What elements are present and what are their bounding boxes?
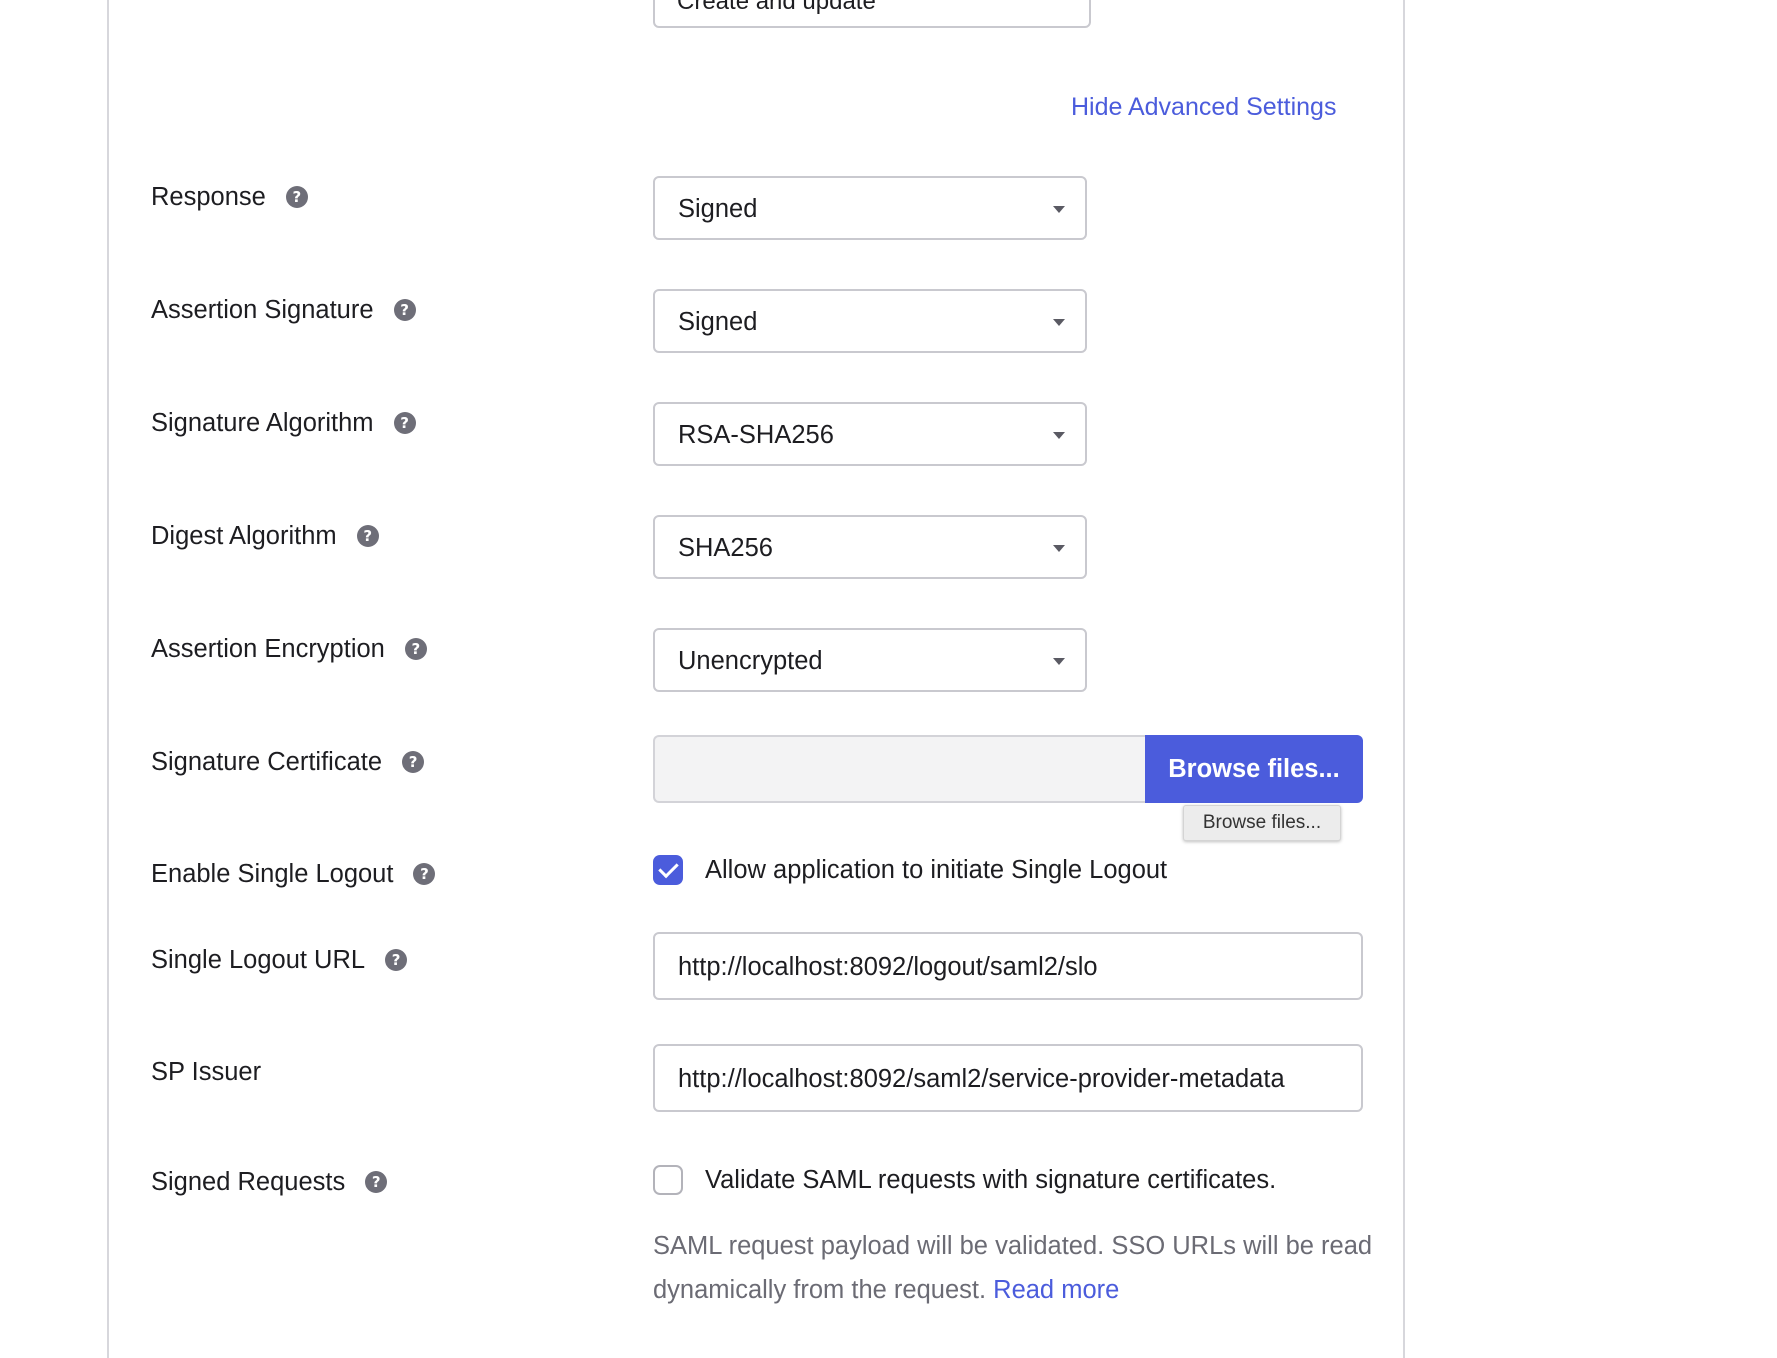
chevron-down-icon xyxy=(1053,206,1065,213)
read-more-link[interactable]: Read more xyxy=(993,1276,1119,1304)
single-logout-url-input[interactable]: http://localhost:8092/logout/saml2/slo xyxy=(653,932,1363,1000)
enable-single-logout-label-text: Enable Single Logout xyxy=(151,859,394,888)
signed-requests-hint: SAML request payload will be validated. … xyxy=(653,1224,1373,1312)
help-icon[interactable]: ? xyxy=(404,638,427,660)
signed-requests-checkbox-label: Validate SAML requests with signature ce… xyxy=(705,1165,1277,1194)
signature-certificate-label-text: Signature Certificate xyxy=(151,747,383,776)
signed-requests-checkbox-row[interactable]: Validate SAML requests with signature ce… xyxy=(653,1165,1276,1195)
sp-issuer-label-text: SP Issuer xyxy=(151,1057,262,1086)
certificate-file-field[interactable] xyxy=(653,735,1145,803)
assertion-signature-select[interactable]: Signed xyxy=(653,289,1087,353)
chevron-down-icon xyxy=(1053,432,1065,439)
chevron-down-icon xyxy=(1053,319,1065,326)
assertion-encryption-select-value: Unencrypted xyxy=(678,647,823,675)
assertion-encryption-label: Assertion Encryption ? xyxy=(151,632,427,666)
assertion-signature-select-value: Signed xyxy=(678,308,758,336)
help-icon[interactable]: ? xyxy=(385,949,408,971)
single-logout-checkbox-label: Allow application to initiate Single Log… xyxy=(705,855,1168,884)
help-icon[interactable]: ? xyxy=(365,1171,388,1193)
signature-algorithm-label-text: Signature Algorithm xyxy=(151,408,374,437)
digest-algorithm-select[interactable]: SHA256 xyxy=(653,515,1087,579)
signature-algorithm-select-value: RSA-SHA256 xyxy=(678,421,834,449)
help-icon[interactable]: ? xyxy=(402,751,425,773)
help-icon[interactable]: ? xyxy=(393,412,416,434)
enable-single-logout-label: Enable Single Logout ? xyxy=(151,857,436,891)
digest-algorithm-label-text: Digest Algorithm xyxy=(151,521,337,550)
assertion-encryption-select[interactable]: Unencrypted xyxy=(653,628,1087,692)
single-logout-url-label: Single Logout URL ? xyxy=(151,943,408,977)
chevron-down-icon xyxy=(1053,658,1065,665)
response-select[interactable]: Signed xyxy=(653,176,1087,240)
signature-algorithm-select[interactable]: RSA-SHA256 xyxy=(653,402,1087,466)
assertion-signature-label: Assertion Signature ? xyxy=(151,293,416,327)
chevron-down-icon xyxy=(1053,545,1065,552)
assertion-signature-label-text: Assertion Signature xyxy=(151,295,374,324)
sp-issuer-input[interactable]: http://localhost:8092/saml2/service-prov… xyxy=(653,1044,1363,1112)
signed-requests-label-text: Signed Requests xyxy=(151,1167,346,1196)
response-label-text: Response xyxy=(151,182,266,211)
sp-issuer-label: SP Issuer xyxy=(151,1055,261,1089)
help-icon[interactable]: ? xyxy=(356,525,379,547)
signed-requests-checkbox[interactable] xyxy=(653,1165,683,1195)
digest-algorithm-label: Digest Algorithm ? xyxy=(151,519,379,553)
single-logout-checkbox-row[interactable]: Allow application to initiate Single Log… xyxy=(653,855,1167,885)
response-label: Response ? xyxy=(151,180,308,214)
help-icon[interactable]: ? xyxy=(393,299,416,321)
digest-algorithm-select-value: SHA256 xyxy=(678,534,773,562)
hide-advanced-settings-link[interactable]: Hide Advanced Settings xyxy=(1071,93,1336,122)
signed-requests-label: Signed Requests ? xyxy=(151,1165,388,1199)
browse-files-tooltip: Browse files... xyxy=(1183,805,1341,841)
single-logout-url-label-text: Single Logout URL xyxy=(151,945,366,974)
signature-certificate-label: Signature Certificate ? xyxy=(151,745,425,779)
signature-algorithm-label: Signature Algorithm ? xyxy=(151,406,416,440)
previous-select-value: Create and update xyxy=(677,0,876,15)
browse-files-button[interactable]: Browse files... xyxy=(1145,735,1363,803)
sp-issuer-value: http://localhost:8092/saml2/service-prov… xyxy=(678,1065,1285,1093)
help-icon[interactable]: ? xyxy=(413,863,436,885)
single-logout-checkbox[interactable] xyxy=(653,855,683,885)
single-logout-url-value: http://localhost:8092/logout/saml2/slo xyxy=(678,953,1098,981)
assertion-encryption-label-text: Assertion Encryption xyxy=(151,634,385,663)
response-select-value: Signed xyxy=(678,195,758,223)
previous-select[interactable]: Create and update xyxy=(653,0,1091,28)
help-icon[interactable]: ? xyxy=(285,186,308,208)
